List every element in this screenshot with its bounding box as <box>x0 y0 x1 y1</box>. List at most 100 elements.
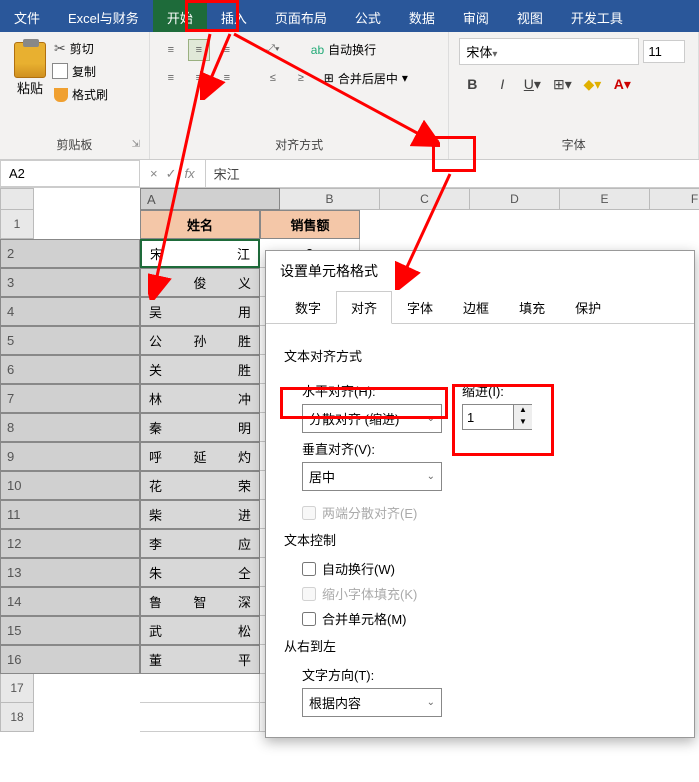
v-align-select[interactable]: 居中⌄ <box>302 462 442 491</box>
row-header-1[interactable]: 1 <box>0 210 34 239</box>
font-size-select[interactable]: 11 <box>643 40 685 63</box>
formula-bar[interactable]: 宋江 <box>205 160 699 187</box>
cell-a15[interactable]: 武松 <box>140 616 260 645</box>
format-painter-button[interactable]: 格式刷 <box>54 86 108 103</box>
select-all-corner[interactable] <box>0 188 34 210</box>
col-header-f[interactable]: F <box>650 188 699 210</box>
row-header-16[interactable]: 16 <box>0 645 140 674</box>
increase-indent[interactable]: ≥ <box>290 67 312 89</box>
align-bottom[interactable]: ≡ <box>216 39 238 61</box>
dialog-tab-font[interactable]: 字体 <box>392 291 448 324</box>
indent-up[interactable]: ▲ <box>514 405 532 417</box>
align-middle[interactable]: ≡ <box>188 39 210 61</box>
row-header-2[interactable]: 2 <box>0 239 140 268</box>
dialog-tab-alignment[interactable]: 对齐 <box>336 291 392 324</box>
name-box[interactable] <box>0 160 140 187</box>
tab-file[interactable]: 文件 <box>0 0 54 32</box>
cell-a12[interactable]: 李应 <box>140 529 260 558</box>
cell-a7[interactable]: 林冲 <box>140 384 260 413</box>
fill-color-button[interactable]: ◆▾ <box>579 71 605 97</box>
tab-formulas[interactable]: 公式 <box>341 0 395 32</box>
text-direction-select[interactable]: 根据内容⌄ <box>302 688 442 717</box>
merge-cells-check[interactable]: 合并单元格(M) <box>302 609 676 628</box>
cell-a16[interactable]: 董平 <box>140 645 260 674</box>
dialog-tab-border[interactable]: 边框 <box>448 291 504 324</box>
cell-a2[interactable]: 宋江 <box>140 239 260 268</box>
cell-a17[interactable] <box>140 674 260 703</box>
col-header-c[interactable]: C <box>380 188 470 210</box>
row-header-13[interactable]: 13 <box>0 558 140 587</box>
cell-a8[interactable]: 秦明 <box>140 413 260 442</box>
tab-home[interactable]: 开始 <box>153 0 207 32</box>
cell-a9[interactable]: 呼延灼 <box>140 442 260 471</box>
row-header-8[interactable]: 8 <box>0 413 140 442</box>
orientation[interactable]: ⤢▾ <box>262 39 284 61</box>
col-header-e[interactable]: E <box>560 188 650 210</box>
indent-input[interactable] <box>463 405 513 429</box>
tab-developer[interactable]: 开发工具 <box>557 0 637 32</box>
tab-view[interactable]: 视图 <box>503 0 557 32</box>
dialog-tab-protection[interactable]: 保护 <box>560 291 616 324</box>
h-align-select[interactable]: 分散对齐 (缩进)⌄ <box>302 404 442 433</box>
col-header-d[interactable]: D <box>470 188 560 210</box>
row-header-18[interactable]: 18 <box>0 703 34 732</box>
tab-review[interactable]: 审阅 <box>449 0 503 32</box>
underline-button[interactable]: U▾ <box>519 71 545 97</box>
fx-buttons: × ✓ fx <box>140 160 205 187</box>
col-header-a[interactable]: A <box>140 188 280 210</box>
row-header-11[interactable]: 11 <box>0 500 140 529</box>
cell-a4[interactable]: 吴用 <box>140 297 260 326</box>
cell-a11[interactable]: 柴进 <box>140 500 260 529</box>
cell-b1[interactable]: 销售额 <box>260 210 360 239</box>
align-left[interactable]: ≡ <box>160 67 182 89</box>
border-button[interactable]: ⊞▾ <box>549 71 575 97</box>
clipboard-launcher[interactable]: ⇲ <box>129 139 143 153</box>
dialog-tab-number[interactable]: 数字 <box>280 291 336 324</box>
row-header-7[interactable]: 7 <box>0 384 140 413</box>
font-name-select[interactable]: 宋体▾ <box>459 38 639 65</box>
align-right[interactable]: ≡ <box>216 67 238 89</box>
row-header-4[interactable]: 4 <box>0 297 140 326</box>
tab-data[interactable]: 数据 <box>395 0 449 32</box>
cell-a1[interactable]: 姓名 <box>140 210 260 239</box>
cell-a14[interactable]: 鲁智深 <box>140 587 260 616</box>
row-header-15[interactable]: 15 <box>0 616 140 645</box>
tab-insert[interactable]: 插入 <box>207 0 261 32</box>
cell-a10[interactable]: 花荣 <box>140 471 260 500</box>
row-header-3[interactable]: 3 <box>0 268 140 297</box>
dialog-tab-fill[interactable]: 填充 <box>504 291 560 324</box>
cell-a6[interactable]: 关胜 <box>140 355 260 384</box>
cell-a3[interactable]: 卢俊义 <box>140 268 260 297</box>
paste-button[interactable]: 粘贴 <box>10 38 50 103</box>
row-header-9[interactable]: 9 <box>0 442 140 471</box>
row-header-5[interactable]: 5 <box>0 326 140 355</box>
fx-button[interactable]: fx <box>185 166 195 181</box>
tab-page-layout[interactable]: 页面布局 <box>261 0 341 32</box>
alignment-launcher[interactable]: ⇲ <box>428 139 442 153</box>
align-top[interactable]: ≡ <box>160 39 182 61</box>
cancel-fx[interactable]: × <box>150 166 158 181</box>
row-header-6[interactable]: 6 <box>0 355 140 384</box>
cell-a13[interactable]: 朱仝 <box>140 558 260 587</box>
row-header-14[interactable]: 14 <box>0 587 140 616</box>
wrap-text-button[interactable]: ab自动换行 <box>304 38 383 61</box>
row-header-10[interactable]: 10 <box>0 471 140 500</box>
cut-button[interactable]: ✂剪切 <box>54 40 108 57</box>
col-header-b[interactable]: B <box>280 188 380 210</box>
cell-a18[interactable] <box>140 703 260 732</box>
cell-a5[interactable]: 公孙胜 <box>140 326 260 355</box>
tab-excel-finance[interactable]: Excel与财务 <box>54 0 153 32</box>
decrease-indent[interactable]: ≤ <box>262 67 284 89</box>
indent-down[interactable]: ▼ <box>514 417 532 429</box>
wrap-text-check[interactable]: 自动换行(W) <box>302 559 676 578</box>
merge-center-button[interactable]: ⊞合并后居中▾ <box>318 68 414 89</box>
indent-spinbox[interactable]: ▲▼ <box>462 404 532 430</box>
enter-fx[interactable]: ✓ <box>166 166 177 182</box>
bold-button[interactable]: B <box>459 71 485 97</box>
font-color-button[interactable]: A▾ <box>609 71 635 97</box>
align-center[interactable]: ≡ <box>188 67 210 89</box>
row-header-12[interactable]: 12 <box>0 529 140 558</box>
copy-button[interactable]: 复制 <box>54 63 108 80</box>
italic-button[interactable]: I <box>489 71 515 97</box>
row-header-17[interactable]: 17 <box>0 674 34 703</box>
